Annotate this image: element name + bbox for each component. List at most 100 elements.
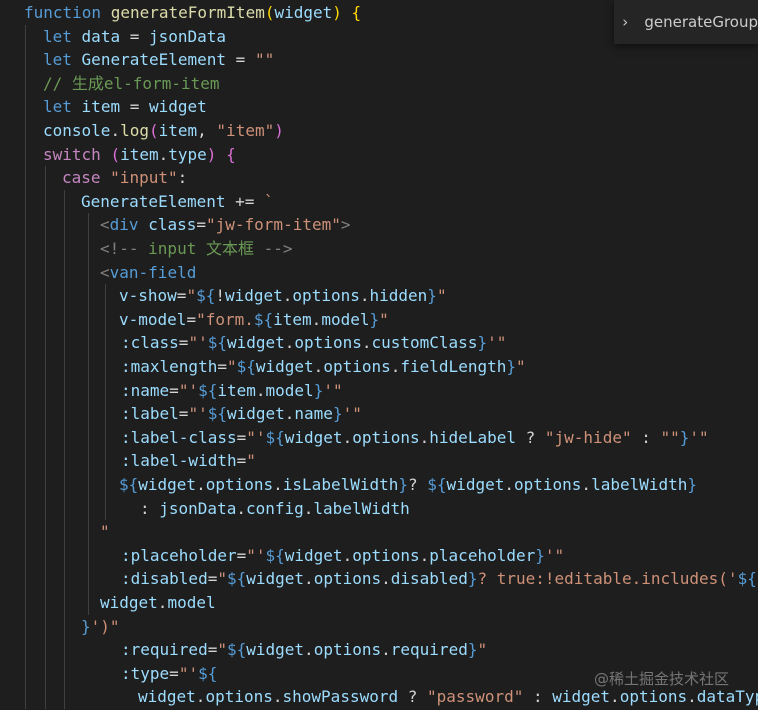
code-token: .	[390, 357, 401, 376]
code-token: }	[679, 427, 690, 447]
code-token: "	[217, 640, 227, 660]
code-token: .	[311, 309, 322, 329]
code-token: "'	[178, 380, 199, 400]
code-token: widget	[255, 357, 314, 376]
code-token: :	[523, 687, 553, 707]
code-token: "'	[178, 663, 199, 683]
code-token: ${	[198, 663, 218, 683]
code-token: =	[120, 26, 149, 46]
code-token: "	[246, 451, 256, 471]
code-token: "	[516, 357, 526, 376]
code-token: hideLabel	[429, 427, 516, 447]
code-line: :required="${widget.options.required}"	[121, 638, 487, 662]
code-token: =	[178, 333, 189, 353]
code-token: // 生成el-form-item	[43, 73, 220, 93]
code-token: "	[100, 522, 110, 542]
code-token: .	[504, 475, 514, 494]
code-token: case	[62, 168, 101, 188]
code-line: :name="'${item.model}'"	[121, 379, 343, 403]
code-token: (	[148, 121, 159, 140]
code-token: :	[140, 498, 160, 518]
code-token: =	[186, 309, 197, 329]
code-token: :	[631, 427, 661, 447]
code-token: .	[687, 687, 697, 707]
code-line: <van-field	[100, 261, 196, 285]
code-token: }	[535, 545, 545, 565]
code-token: .	[195, 687, 206, 707]
code-token: ${	[207, 333, 227, 353]
code-token: :label	[121, 404, 179, 424]
code-token: "item"	[216, 121, 275, 140]
code-token: input 文本框	[138, 239, 264, 258]
code-token: options	[513, 475, 582, 494]
code-token: ? true:!editable.includes('	[477, 569, 738, 589]
code-token: dataType	[696, 687, 758, 707]
code-editor[interactable]: function generateFormItem(widget) {let d…	[0, 0, 758, 710]
code-token: :required	[121, 640, 208, 660]
code-line: ${widget.options.isLabelWidth}? ${widget…	[119, 473, 697, 497]
code-token: options	[205, 687, 273, 707]
code-token: )	[332, 3, 342, 22]
code-token: item	[158, 121, 198, 140]
code-line: // 生成el-form-item	[43, 72, 220, 96]
code-token: van-field	[109, 262, 197, 282]
code-line: :label-width="	[121, 449, 256, 473]
chevron-right-icon[interactable]: ›	[614, 13, 636, 31]
code-token: ${	[265, 427, 285, 447]
code-token: function	[24, 3, 102, 22]
code-token: .	[255, 380, 266, 400]
code-token: ${	[265, 545, 285, 565]
code-token: options	[205, 475, 274, 494]
code-line: console.log(item, "item")	[43, 119, 284, 143]
code-token: =	[178, 404, 189, 424]
code-token: :placeholder	[121, 545, 237, 565]
code-token: "password"	[427, 687, 524, 707]
code-token: }	[687, 475, 698, 494]
code-line: case "input":	[62, 166, 187, 190]
code-token: widget	[226, 333, 285, 353]
code-token: =	[207, 569, 218, 589]
code-token: item	[81, 97, 121, 117]
outline-symbol-label[interactable]: generateGroup	[636, 13, 758, 31]
code-token: :maxlength	[121, 357, 218, 376]
code-token: model	[265, 380, 314, 400]
indent-guide	[88, 213, 89, 615]
code-token: data	[81, 26, 121, 46]
code-token: widget	[246, 569, 305, 589]
code-token: placeholder	[429, 545, 536, 565]
code-token: :type	[121, 663, 170, 683]
code-token: <	[100, 262, 110, 282]
code-token: customClass	[371, 333, 478, 353]
code-token: "	[226, 357, 237, 376]
code-token: ?	[408, 475, 428, 494]
code-token: <!--	[100, 239, 139, 258]
code-token: '"	[342, 404, 362, 424]
code-token: .	[158, 144, 169, 164]
code-line: :maxlength="${widget.options.fieldLength…	[121, 355, 526, 379]
code-line: <!-- input 文本框 -->	[100, 237, 293, 261]
indent-guide	[45, 166, 46, 709]
code-token: "input"	[110, 168, 178, 188]
sticky-outline-widget[interactable]: › generateGroup	[614, 0, 758, 44]
code-token: .	[610, 687, 620, 707]
code-token: .	[282, 286, 293, 306]
code-token: =	[236, 427, 247, 447]
code-line: : jsonData.config.labelWidth	[140, 497, 410, 521]
code-token: options	[323, 357, 391, 376]
code-line: GenerateElement += `	[81, 190, 274, 214]
code-token: .	[236, 498, 246, 518]
code-token: jsonData	[159, 498, 237, 518]
code-token: let	[43, 26, 72, 46]
code-token: .	[342, 545, 353, 565]
code-token: .	[272, 687, 283, 707]
code-token: ?	[398, 687, 428, 707]
code-token: widget	[138, 687, 196, 707]
code-token: {	[351, 3, 362, 22]
code-line: function generateFormItem(widget) {	[24, 1, 361, 25]
code-token: .	[342, 427, 353, 447]
code-token: .	[419, 427, 430, 447]
code-token: class	[148, 215, 197, 235]
code-token: .	[110, 121, 121, 140]
